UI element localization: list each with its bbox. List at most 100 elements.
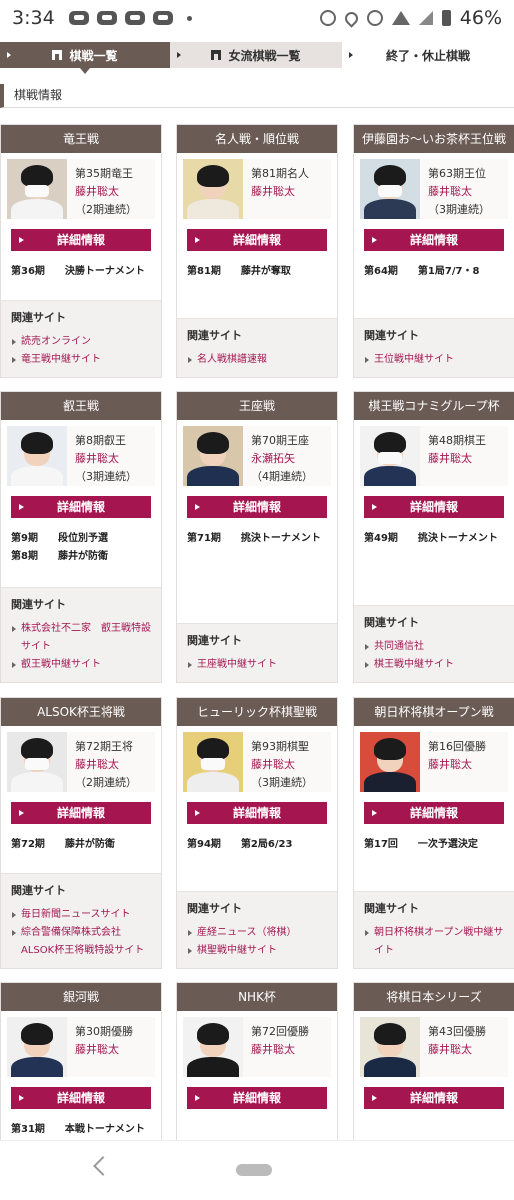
- arrow-right-icon: [177, 52, 181, 58]
- details-button[interactable]: 詳細情報: [187, 496, 327, 518]
- holder-name[interactable]: 藤井聡太: [428, 1041, 486, 1059]
- tab-label: 女流棋戦一覧: [228, 48, 301, 63]
- related-site-link[interactable]: 産経ニュース（将棋）: [187, 924, 327, 942]
- related-sites: 関連サイト名人戦棋譜速報: [177, 318, 337, 377]
- details-button[interactable]: 詳細情報: [364, 229, 504, 251]
- title-holder-info: 第72期王将 藤井聡太 （2期連続）: [7, 732, 155, 792]
- related-sites: 関連サイト共同通信社 棋王戦中継サイト: [354, 605, 514, 682]
- details-button[interactable]: 詳細情報: [187, 1087, 327, 1109]
- related-sites-title: 関連サイト: [364, 616, 419, 629]
- game-notification-icon: [68, 11, 89, 25]
- holder-name[interactable]: 永瀬拓矢: [251, 450, 313, 468]
- title-holder-info: 第70期王座 永瀬拓矢 （4期連続）: [183, 426, 331, 486]
- details-button[interactable]: 詳細情報: [364, 496, 504, 518]
- status-term: 第49期: [364, 533, 398, 544]
- holder-name[interactable]: 藤井聡太: [75, 183, 137, 201]
- related-site-link[interactable]: 毎日新聞ニュースサイト: [11, 906, 151, 924]
- title-holder-info: 第48期棋王 藤井聡太: [360, 426, 508, 486]
- kisen-card: 王座戦 第70期王座 永瀬拓矢 （4期連続） 詳細情報 第71期 挑決トーナメント…: [176, 391, 338, 683]
- related-site-link[interactable]: 綜合警備保障株式会社ALSOK杯王将戦特設サイト: [11, 924, 151, 960]
- holder-name[interactable]: 藤井聡太: [251, 756, 313, 774]
- status-line: 第31期 本戦トーナメント: [11, 1121, 151, 1139]
- holder-name[interactable]: 藤井聡太: [428, 756, 486, 774]
- holder-photo: [183, 426, 243, 486]
- related-site-link[interactable]: 名人戦棋譜速報: [187, 351, 327, 369]
- details-button[interactable]: 詳細情報: [364, 1087, 504, 1109]
- kisen-title[interactable]: 王座戦: [177, 392, 337, 420]
- home-pill-icon[interactable]: [236, 1164, 272, 1176]
- related-site-link[interactable]: 読売オンライン: [11, 333, 151, 351]
- details-button[interactable]: 詳細情報: [187, 229, 327, 251]
- kisen-card: 叡王戦 第8期叡王 藤井聡太 （3期連続） 詳細情報第9期 段位別予選 第8期 藤…: [0, 391, 162, 683]
- details-button-label: 詳細情報: [409, 1091, 458, 1105]
- holder-period: 第81期名人: [251, 167, 309, 180]
- kisen-title[interactable]: NHK杯: [177, 983, 337, 1011]
- status-term: 第81期: [187, 266, 221, 277]
- related-site-link[interactable]: 王座戦中継サイト: [187, 656, 327, 674]
- holder-name[interactable]: 藤井聡太: [251, 1041, 309, 1059]
- holder-name[interactable]: 藤井聡太: [75, 756, 137, 774]
- section-title: 棋戦情報: [0, 84, 514, 108]
- title-holder-info: 第43回優勝 藤井聡太: [360, 1017, 508, 1077]
- status-term: 第36期: [11, 266, 45, 277]
- back-icon[interactable]: [93, 1156, 113, 1176]
- kisen-title[interactable]: 名人戦・順位戦: [177, 125, 337, 153]
- holder-name[interactable]: 藤井聡太: [75, 1041, 133, 1059]
- kisen-title[interactable]: ヒューリック杯棋聖戦: [177, 698, 337, 726]
- active-indicator: [80, 68, 90, 74]
- details-button[interactable]: 詳細情報: [364, 802, 504, 824]
- details-button-label: 詳細情報: [232, 500, 281, 514]
- related-site-link[interactable]: 王位戦中継サイト: [364, 351, 504, 369]
- related-site-link[interactable]: 棋王戦中継サイト: [364, 656, 504, 674]
- kisen-title[interactable]: 将棋日本シリーズ: [354, 983, 514, 1011]
- kisen-title[interactable]: 竜王戦: [1, 125, 161, 153]
- related-sites: 関連サイト 毎日新聞ニュースサイト 綜合警備保障株式会社ALSOK杯王将戦特設サイト: [1, 873, 161, 968]
- kisen-status: 第9期 段位別予選 第8期 藤井が防衛: [11, 530, 151, 566]
- details-button[interactable]: 詳細情報: [11, 229, 151, 251]
- status-term: 第72期: [11, 839, 45, 850]
- signal-icon: [418, 11, 433, 25]
- related-site-link[interactable]: 朝日杯将棋オープン戦中継サイト: [364, 924, 504, 960]
- related-sites-title: 関連サイト: [187, 329, 242, 342]
- tab-label: 終了・休止棋戦: [385, 48, 470, 63]
- game-notification-icon: [124, 11, 145, 25]
- details-button[interactable]: 詳細情報: [11, 802, 151, 824]
- holder-name[interactable]: 藤井聡太: [428, 183, 490, 201]
- holder-photo: [360, 159, 420, 219]
- related-site-link[interactable]: 株式会社不二家 叡王戦特設サイト: [11, 620, 151, 656]
- status-line: 第9期 段位別予選: [11, 530, 151, 548]
- status-time: 3:34: [12, 7, 55, 29]
- holder-name[interactable]: 藤井聡太: [75, 450, 137, 468]
- tab-women-kisen-list[interactable]: 女流棋戦一覧: [170, 42, 342, 68]
- kisen-title[interactable]: 叡王戦: [1, 392, 161, 420]
- kisen-title[interactable]: 伊藤園お～いお茶杯王位戦: [354, 125, 514, 153]
- details-button[interactable]: 詳細情報: [11, 496, 151, 518]
- related-site-link[interactable]: 叡王戦中継サイト: [11, 656, 151, 674]
- title-holder-info: 第8期叡王 藤井聡太 （3期連続）: [7, 426, 155, 486]
- kisen-card: 銀河戦 第30期優勝 藤井聡太 詳細情報 第31期 本戦トーナメント: [0, 982, 162, 1142]
- kisen-title[interactable]: 棋王戦コナミグループ杯: [354, 392, 514, 420]
- holder-name[interactable]: 藤井聡太: [251, 183, 309, 201]
- arrow-right-icon: [7, 52, 11, 58]
- kisen-status: 第49期 挑決トーナメント: [364, 530, 504, 548]
- kisen-card: 朝日杯将棋オープン戦 第16回優勝 藤井聡太 詳細情報 第17回 一次予選決定 関…: [353, 697, 514, 969]
- details-button[interactable]: 詳細情報: [11, 1087, 151, 1109]
- tab-ended-kisen[interactable]: 終了・休止棋戦: [342, 42, 514, 68]
- holder-photo: [360, 1017, 420, 1077]
- kisen-title[interactable]: 朝日杯将棋オープン戦: [354, 698, 514, 726]
- related-sites-title: 関連サイト: [187, 634, 242, 647]
- kisen-status: 第31期 本戦トーナメント: [11, 1121, 151, 1139]
- status-value: 藤井が奪取: [240, 266, 291, 277]
- details-button[interactable]: 詳細情報: [187, 802, 327, 824]
- holder-period: 第63期王位: [428, 167, 486, 180]
- related-site-link[interactable]: 共同通信社: [364, 638, 504, 656]
- status-line: 第36期 決勝トーナメント: [11, 263, 151, 281]
- holder-name[interactable]: 藤井聡太: [428, 450, 486, 468]
- status-value: 第1局7/7・8: [417, 266, 480, 277]
- details-button-label: 詳細情報: [232, 1091, 281, 1105]
- related-site-link[interactable]: 棋聖戦中継サイト: [187, 942, 327, 960]
- related-site-link[interactable]: 竜王戦中継サイト: [11, 351, 151, 369]
- kisen-title[interactable]: ALSOK杯王将戦: [1, 698, 161, 726]
- tab-kisen-list[interactable]: 棋戦一覧: [0, 42, 170, 74]
- kisen-title[interactable]: 銀河戦: [1, 983, 161, 1011]
